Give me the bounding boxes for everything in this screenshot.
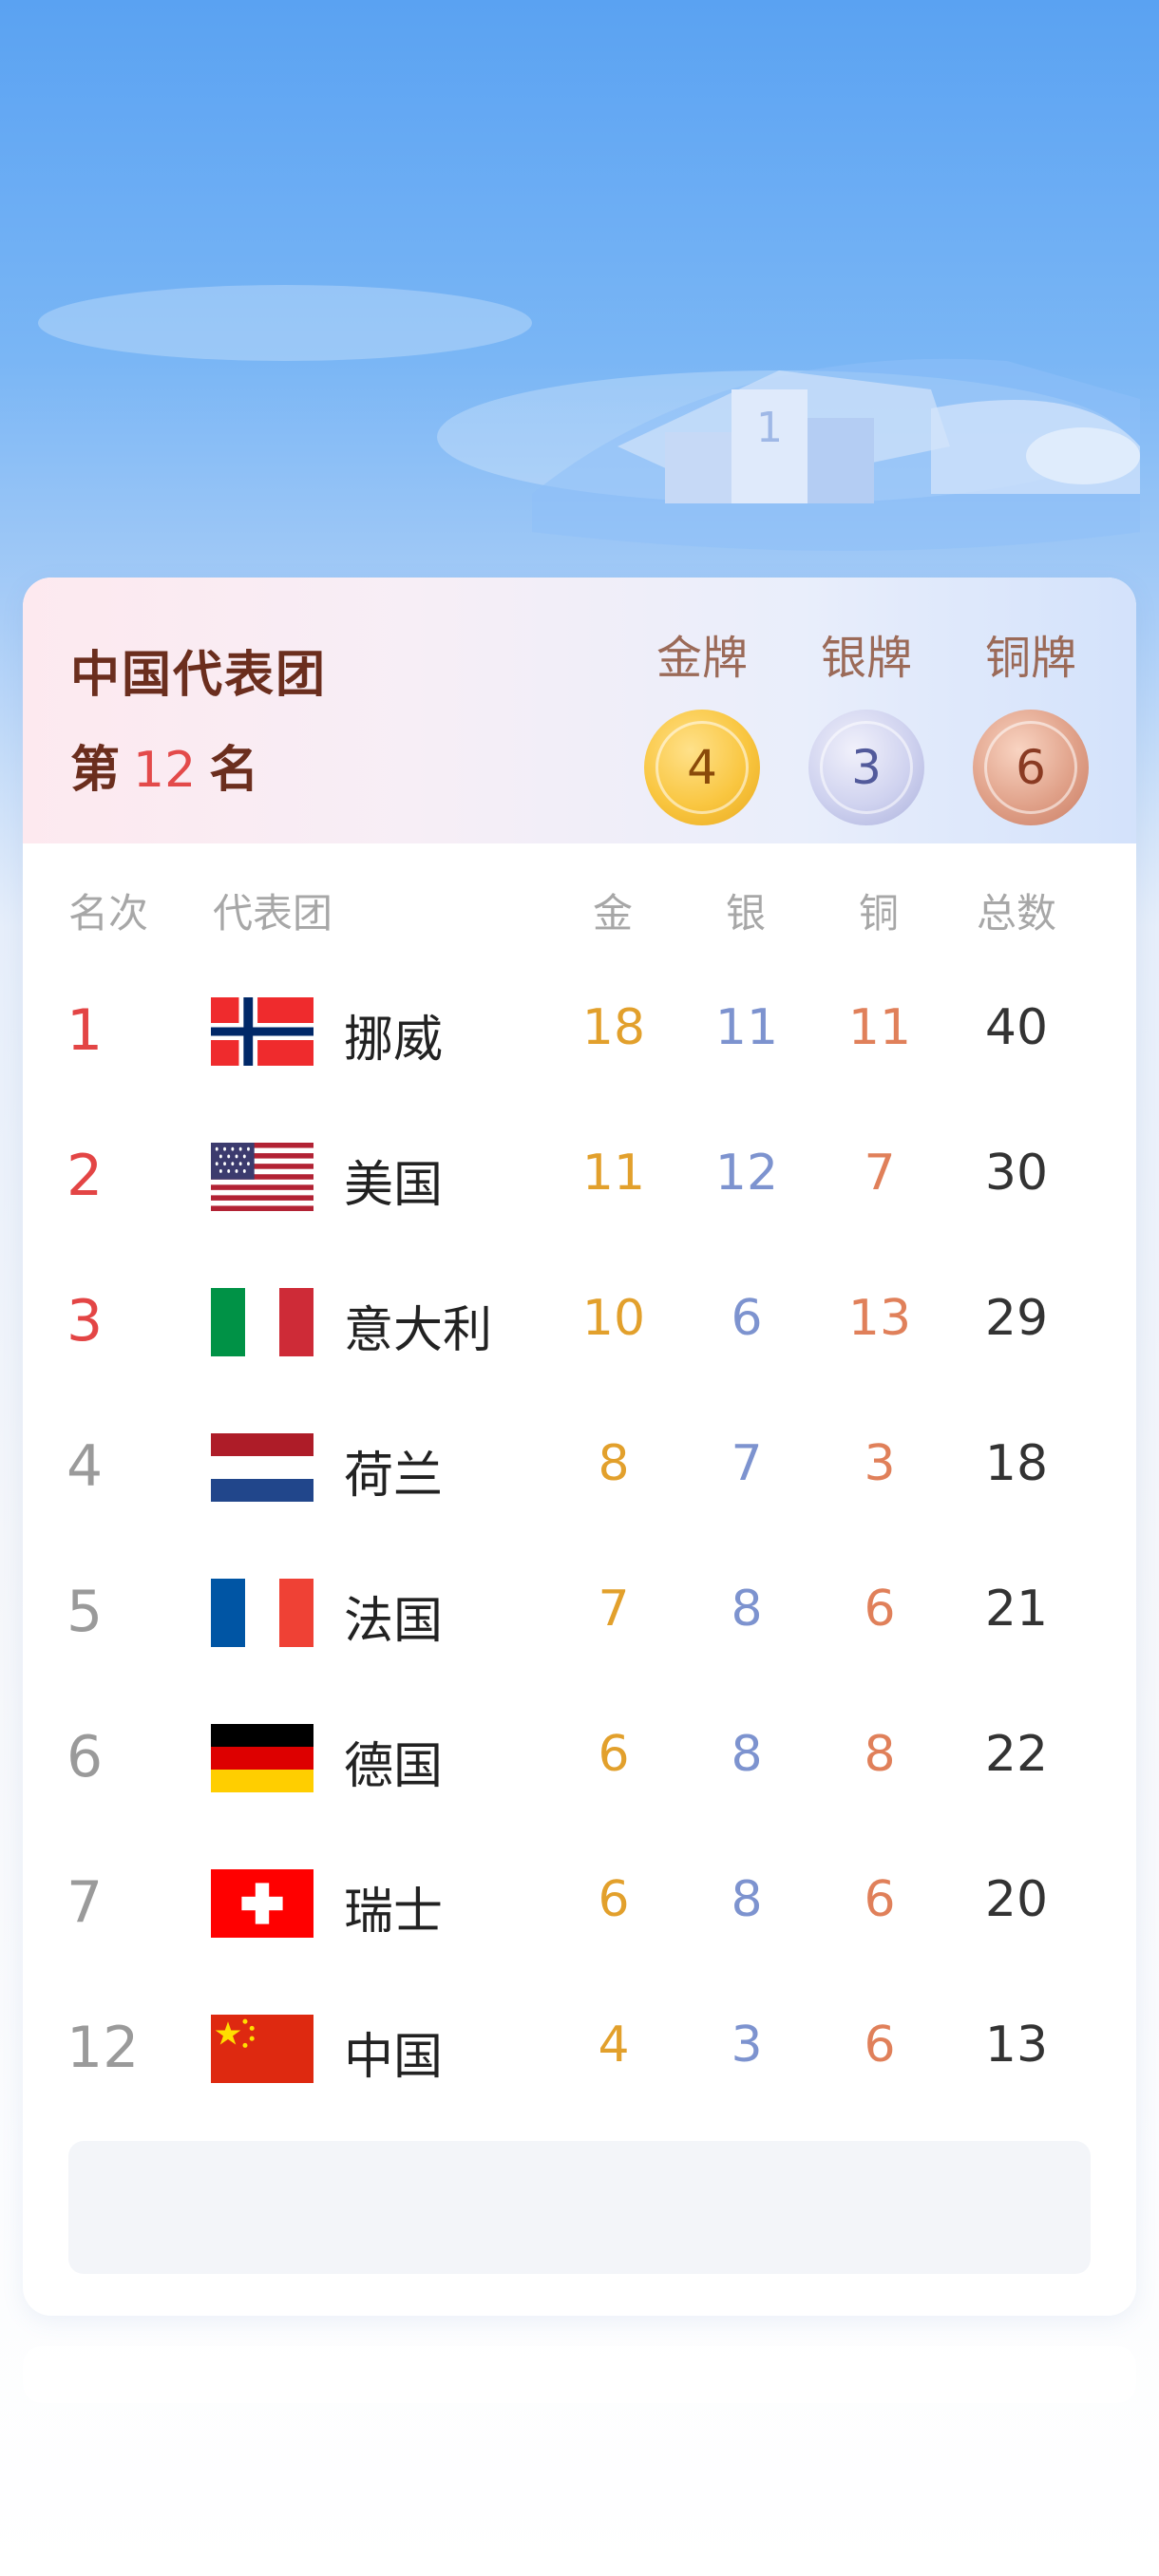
bronze-label: 铜牌 — [984, 632, 1076, 685]
gold-summary: 金牌 4 — [631, 630, 773, 825]
rank-value: 12 — [133, 742, 197, 799]
table-row[interactable]: 5 法国 7 8 6 21 — [23, 1539, 1136, 1684]
gold-medal-icon: 4 — [644, 710, 760, 825]
row-bronze: 8 — [864, 1726, 896, 1783]
row-country: 挪威 — [344, 1012, 444, 1069]
row-total: 29 — [984, 1290, 1049, 1347]
blurred-footer-area — [68, 2141, 1091, 2274]
row-country: 意大利 — [344, 1302, 493, 1359]
row-bronze: 11 — [847, 999, 912, 1056]
table-row[interactable]: 12 中国 4 3 6 13 — [23, 1975, 1136, 2120]
table-row[interactable]: 2 美国 11 12 7 30 — [23, 1103, 1136, 1248]
row-total: 20 — [984, 1871, 1049, 1928]
silver-summary: 银牌 3 — [795, 630, 938, 825]
row-total: 21 — [984, 1581, 1049, 1638]
column-header-bronze: 铜 — [859, 890, 900, 937]
row-country: 瑞士 — [344, 1884, 444, 1941]
row-total: 18 — [984, 1435, 1049, 1492]
blurred-bottom-area — [23, 2346, 1136, 2403]
silver-medal-icon: 3 — [808, 710, 924, 825]
row-silver: 8 — [731, 1581, 763, 1638]
silver-label: 银牌 — [820, 632, 912, 685]
row-total: 22 — [984, 1726, 1049, 1783]
team-name: 中国代表团 — [70, 647, 328, 704]
row-gold: 7 — [598, 1581, 630, 1638]
table-row[interactable]: 6 德国 6 8 8 22 — [23, 1684, 1136, 1829]
row-rank: 1 — [66, 997, 104, 1064]
bronze-summary: 铜牌 6 — [960, 630, 1102, 825]
row-rank: 4 — [66, 1433, 104, 1500]
row-silver: 8 — [731, 1726, 763, 1783]
rank-suffix: 名 — [209, 742, 259, 799]
row-gold: 8 — [598, 1435, 630, 1492]
row-bronze: 7 — [864, 1145, 896, 1202]
row-bronze: 6 — [864, 1581, 896, 1638]
column-header-gold: 金 — [593, 890, 634, 937]
team-rank: 第 12 名 — [70, 729, 258, 801]
row-bronze: 13 — [847, 1290, 912, 1347]
row-silver: 12 — [714, 1145, 779, 1202]
column-header-rank: 名次 — [68, 890, 149, 937]
row-rank: 7 — [66, 1869, 104, 1936]
row-gold: 11 — [581, 1145, 646, 1202]
row-rank: 12 — [66, 2015, 140, 2081]
table-row[interactable]: 1 挪威 18 11 11 40 — [23, 957, 1136, 1103]
table-row[interactable]: 7 瑞士 6 8 6 20 — [23, 1829, 1136, 1975]
row-country: 荷兰 — [344, 1448, 444, 1505]
row-silver: 3 — [731, 2017, 763, 2074]
row-silver: 8 — [731, 1871, 763, 1928]
row-country: 德国 — [344, 1738, 444, 1795]
usa-flag-icon — [211, 1143, 314, 1211]
row-silver: 6 — [731, 1290, 763, 1347]
row-bronze: 6 — [864, 2017, 896, 2074]
silver-count: 3 — [851, 740, 882, 795]
row-gold: 6 — [598, 1871, 630, 1928]
team-summary-header: 中国代表团 第 12 名 金牌 4 银牌 3 铜牌 6 — [23, 578, 1136, 843]
row-rank: 3 — [66, 1288, 104, 1354]
row-total: 13 — [984, 2017, 1049, 2074]
netherlands-flag-icon — [211, 1433, 314, 1502]
row-gold: 6 — [598, 1726, 630, 1783]
bronze-medal-icon: 6 — [973, 710, 1089, 825]
italy-flag-icon — [211, 1288, 314, 1356]
row-total: 40 — [984, 999, 1049, 1056]
switzerland-flag-icon — [211, 1869, 314, 1938]
row-rank: 2 — [66, 1143, 104, 1209]
row-total: 30 — [984, 1145, 1049, 1202]
table-row[interactable]: 3 意大利 10 6 13 29 — [23, 1248, 1136, 1393]
france-flag-icon — [211, 1579, 314, 1647]
gold-count: 4 — [687, 740, 717, 795]
row-country: 中国 — [344, 2029, 444, 2086]
column-header-silver: 银 — [726, 890, 767, 937]
row-rank: 6 — [66, 1724, 104, 1790]
bronze-count: 6 — [1016, 740, 1046, 795]
row-country: 美国 — [344, 1157, 444, 1214]
row-country: 法国 — [344, 1593, 444, 1650]
gold-label: 金牌 — [656, 632, 748, 685]
column-header-total: 总数 — [977, 890, 1057, 937]
row-silver: 7 — [731, 1435, 763, 1492]
rank-prefix: 第 — [70, 742, 121, 799]
row-gold: 18 — [581, 999, 646, 1056]
row-bronze: 6 — [864, 1871, 896, 1928]
norway-flag-icon — [211, 997, 314, 1066]
column-header-team: 代表团 — [213, 890, 333, 937]
podium-illustration: 1 — [38, 285, 1140, 551]
row-gold: 4 — [598, 2017, 630, 2074]
podium-number: 1 — [756, 404, 783, 452]
medal-table-card: 中国代表团 第12名 金牌 4 银牌 3 铜牌 6 名次 代表团 金 银 铜 — [23, 578, 1136, 2316]
germany-flag-icon — [211, 1724, 314, 1792]
table-row[interactable]: 4 荷兰 8 7 3 18 — [23, 1393, 1136, 1539]
row-gold: 10 — [581, 1290, 646, 1347]
china-flag-icon — [211, 2015, 314, 2083]
row-bronze: 3 — [864, 1435, 896, 1492]
row-silver: 11 — [714, 999, 779, 1056]
row-rank: 5 — [66, 1579, 104, 1645]
